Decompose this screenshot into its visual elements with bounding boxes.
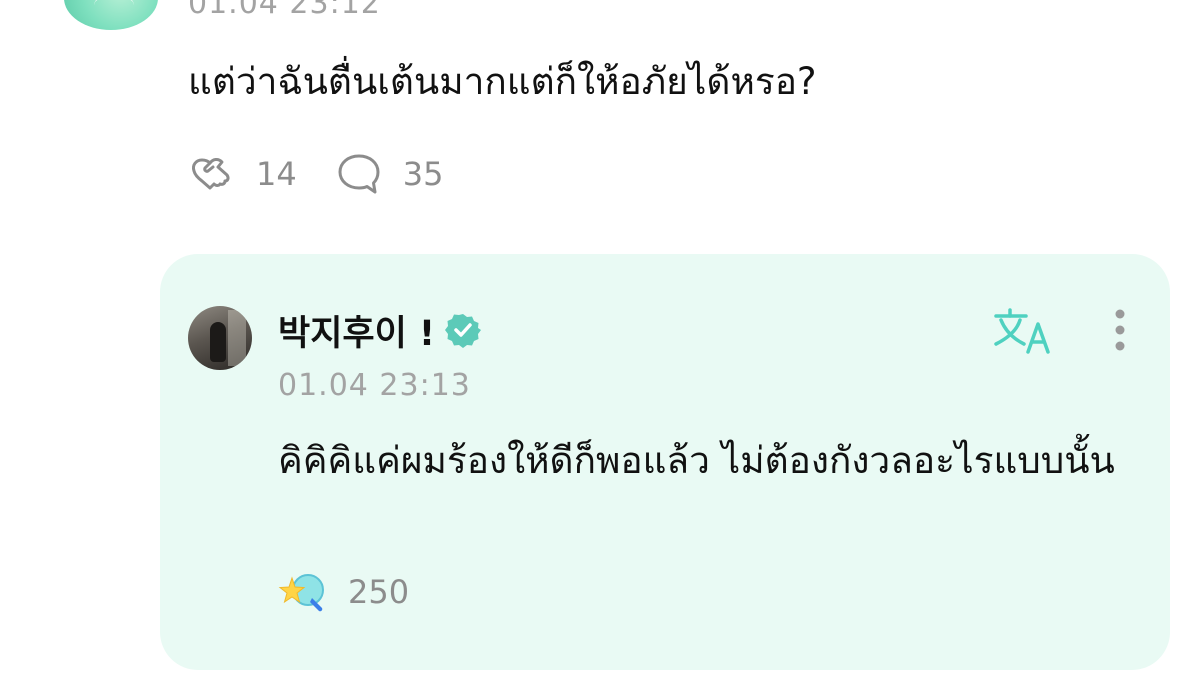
more-vertical-icon [1115, 309, 1125, 351]
comment-text: แต่ว่าฉันตื่นเต้นมากแต่ก็ให้อภัยได้หรอ? [188, 60, 817, 103]
star-heart-colored-icon [278, 574, 324, 612]
more-options-button[interactable] [1104, 306, 1136, 358]
like-button[interactable]: 14 [188, 150, 297, 198]
reply-author-avatar[interactable] [188, 306, 252, 370]
comment-timestamp: 01.04 23:12 [188, 0, 381, 21]
reply-reactions: 250 [278, 568, 409, 616]
avatar-figure [210, 322, 226, 362]
reply-button[interactable]: 35 [335, 150, 444, 198]
comment-actions: 14 35 [188, 150, 481, 198]
comment-thread: 01.04 23:12 แต่ว่าฉันตื่นเต้นมากแต่ก็ให้… [0, 0, 1200, 677]
reply-author-name[interactable]: 박지후이 ! [278, 305, 435, 356]
avatar-decoration [94, 0, 134, 16]
reply-count: 35 [402, 155, 444, 193]
reply-card: 박지후이 ! 01.04 23:13 คิคิคิแค่ผมร้องให้ดีก… [160, 254, 1170, 670]
translate-button[interactable] [992, 306, 1056, 358]
speech-bubble-outline-icon [338, 154, 380, 194]
heart-hand-outline-icon [192, 158, 230, 190]
reply-text: คิคิคิแค่ผมร้องให้ดีก็พอแล้ว ไม่ต้องกังว… [278, 439, 1115, 482]
translate-icon [994, 308, 1050, 354]
reply-timestamp: 01.04 23:13 [278, 368, 471, 403]
reply-author-row: 박지후이 ! [278, 306, 481, 354]
avatar-light [228, 310, 246, 366]
reaction-count: 250 [348, 573, 410, 611]
verified-badge-icon [444, 314, 481, 348]
like-count: 14 [256, 155, 297, 193]
reaction-button[interactable]: 250 [278, 568, 409, 616]
commenter-avatar[interactable] [64, 0, 158, 30]
